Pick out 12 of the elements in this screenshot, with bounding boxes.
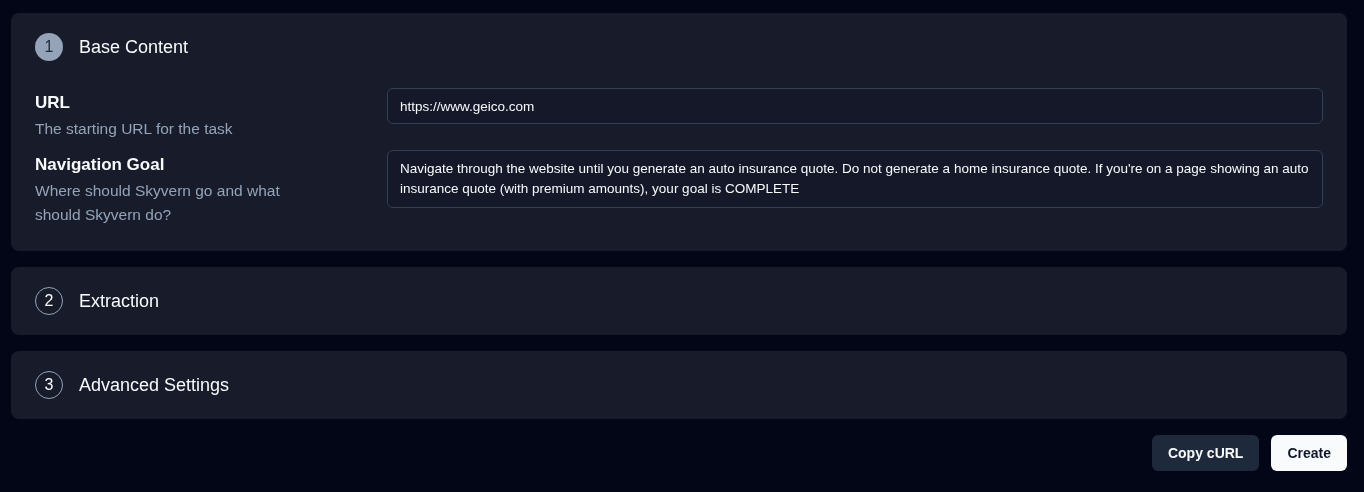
section-title[interactable]: Extraction xyxy=(79,290,160,312)
input-field[interactable]: https://www.geico.com xyxy=(387,88,1323,124)
field-description: Where should Skyvern go and what should Skyvern do? xyxy=(35,181,281,225)
copy-button[interactable]: Copy cURL xyxy=(1151,435,1260,471)
section-title[interactable]: Base Content xyxy=(79,36,189,58)
field-description: The starting URL for the task xyxy=(35,119,234,139)
section-title[interactable]: Advanced Settings xyxy=(79,374,230,396)
field-label: Navigation Goal xyxy=(35,155,166,175)
text-area[interactable]: Navigate through the website until you generate an auto insurance quote. Do not generate a home insurance quote. If you're on a page showing an auto insurance quote (with premium amounts), your goal is COMPLETE xyxy=(387,150,1323,208)
field-label: URL xyxy=(35,93,71,113)
step-number: 1 xyxy=(35,33,63,61)
create-button[interactable]: Create xyxy=(1271,435,1347,471)
